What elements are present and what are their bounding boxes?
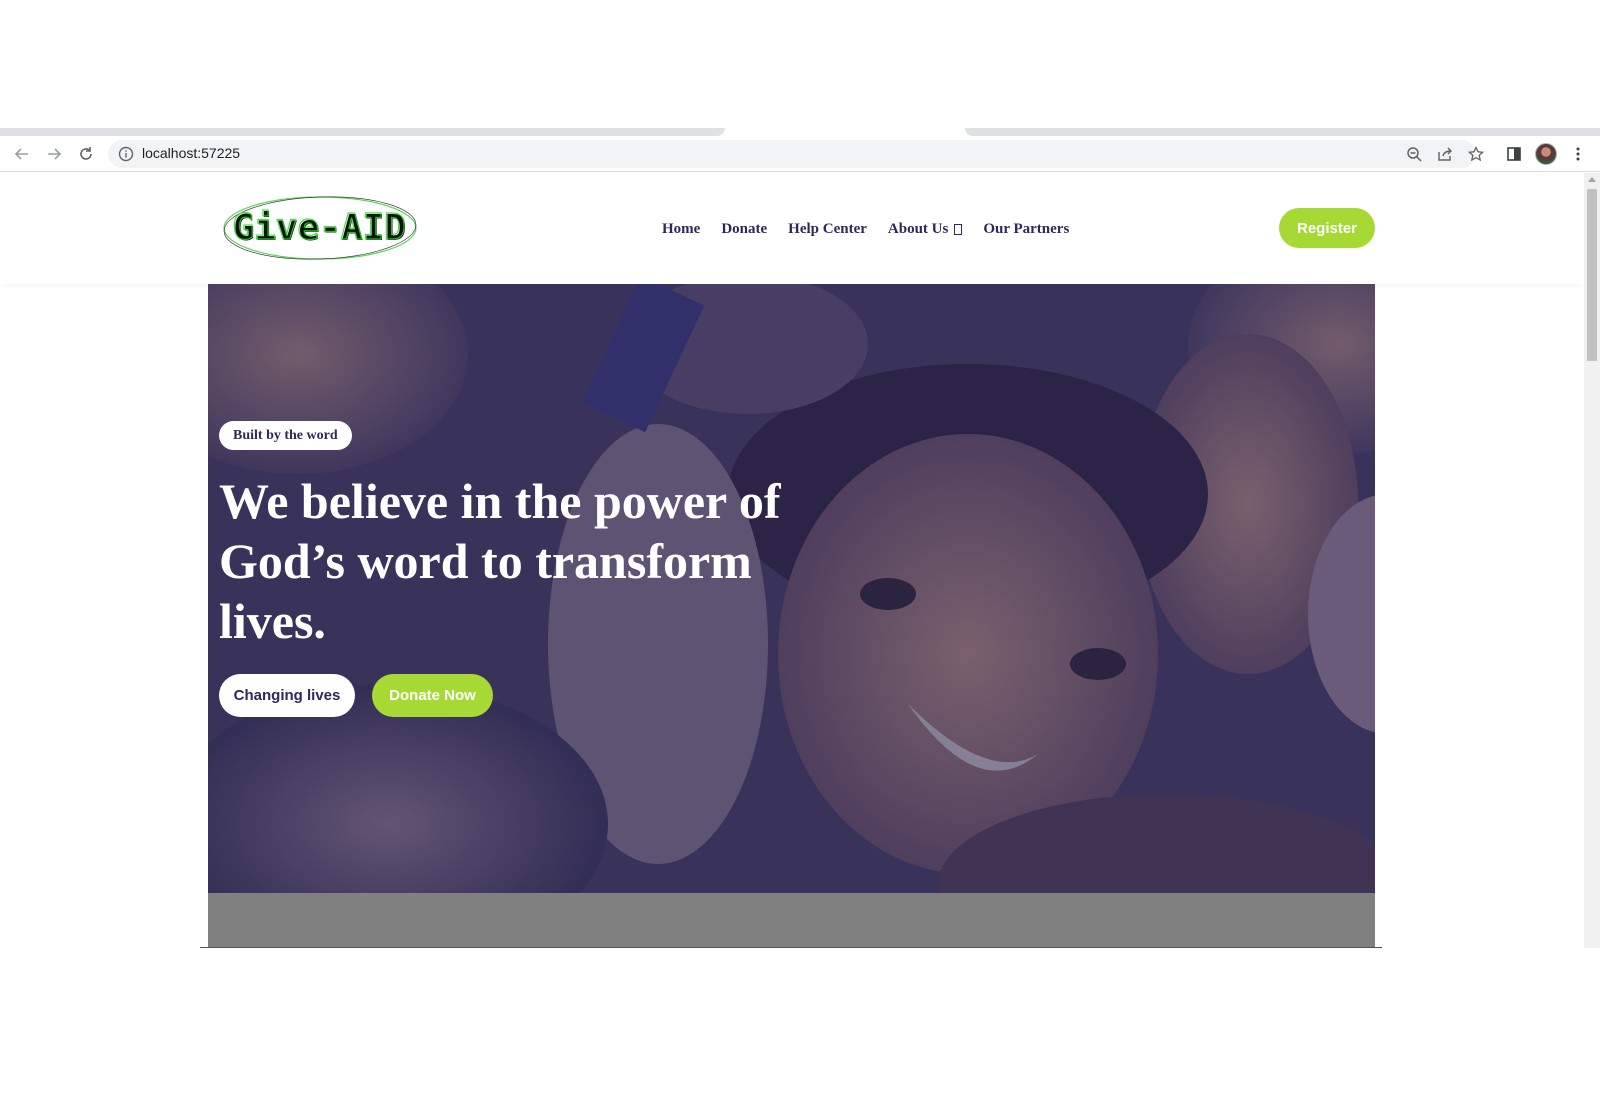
side-panel-button[interactable] bbox=[1500, 140, 1528, 168]
zoom-out-icon[interactable] bbox=[1404, 144, 1424, 164]
address-bar[interactable]: localhost:57225 bbox=[108, 140, 1484, 168]
nav-donate[interactable]: Donate bbox=[721, 221, 767, 238]
hero-banner: Built by the word We believe in the powe… bbox=[208, 284, 1375, 893]
main-nav: Home Donate Help Center About Us Our Par… bbox=[662, 217, 1069, 241]
forward-button[interactable] bbox=[40, 140, 68, 168]
browser-toolbar: localhost:57225 bbox=[0, 136, 1600, 172]
hero-badge: Built by the word bbox=[219, 421, 352, 450]
address-url[interactable]: localhost:57225 bbox=[142, 145, 240, 161]
profile-button[interactable] bbox=[1532, 140, 1560, 168]
section-placeholder bbox=[208, 893, 1375, 948]
dropdown-caret-icon bbox=[954, 223, 963, 235]
scroll-up-icon[interactable] bbox=[1588, 177, 1596, 182]
forward-arrow-icon bbox=[48, 148, 62, 160]
site-header: Give-AID Give-AID Home Donate Help Cente… bbox=[0, 173, 1584, 284]
nav-our-partners[interactable]: Our Partners bbox=[983, 221, 1069, 238]
nav-home-label: Home bbox=[662, 220, 701, 237]
nav-help-center[interactable]: Help Center bbox=[788, 221, 867, 238]
donate-now-button[interactable]: Donate Now bbox=[372, 674, 493, 717]
back-button[interactable] bbox=[8, 140, 36, 168]
tab-strip-left bbox=[0, 128, 725, 136]
page-scrollbar[interactable] bbox=[1584, 173, 1600, 948]
logo-text-outline: Give-AID bbox=[232, 207, 405, 248]
scrollbar-thumb[interactable] bbox=[1587, 189, 1597, 361]
nav-home[interactable]: Home bbox=[662, 221, 700, 238]
star-icon[interactable] bbox=[1466, 144, 1486, 164]
changing-lives-button[interactable]: Changing lives bbox=[219, 674, 355, 717]
nav-donate-label: Donate bbox=[721, 220, 768, 237]
nav-help-center-label: Help Center bbox=[788, 220, 867, 237]
nav-our-partners-label: Our Partners bbox=[983, 220, 1070, 237]
browser-menu-button[interactable] bbox=[1564, 140, 1592, 168]
divider bbox=[200, 947, 1382, 948]
profile-avatar bbox=[1535, 143, 1557, 165]
kebab-menu-icon bbox=[1576, 147, 1580, 161]
reload-icon bbox=[80, 147, 92, 160]
tab-strip bbox=[0, 128, 1600, 136]
register-button[interactable]: Register bbox=[1279, 208, 1375, 248]
page-viewport: Give-AID Give-AID Home Donate Help Cente… bbox=[0, 173, 1600, 948]
site-logo[interactable]: Give-AID Give-AID bbox=[222, 195, 418, 261]
info-icon[interactable] bbox=[118, 146, 134, 167]
hero-headline: We believe in the power of God’s word to… bbox=[219, 473, 781, 649]
reload-button[interactable] bbox=[72, 140, 100, 168]
back-arrow-icon bbox=[14, 148, 28, 160]
side-panel-icon bbox=[1507, 147, 1521, 161]
share-icon[interactable] bbox=[1435, 144, 1455, 164]
tab-strip-right bbox=[965, 128, 1600, 136]
nav-about-us[interactable]: About Us bbox=[887, 220, 963, 238]
nav-about-us-label: About Us bbox=[887, 220, 949, 237]
